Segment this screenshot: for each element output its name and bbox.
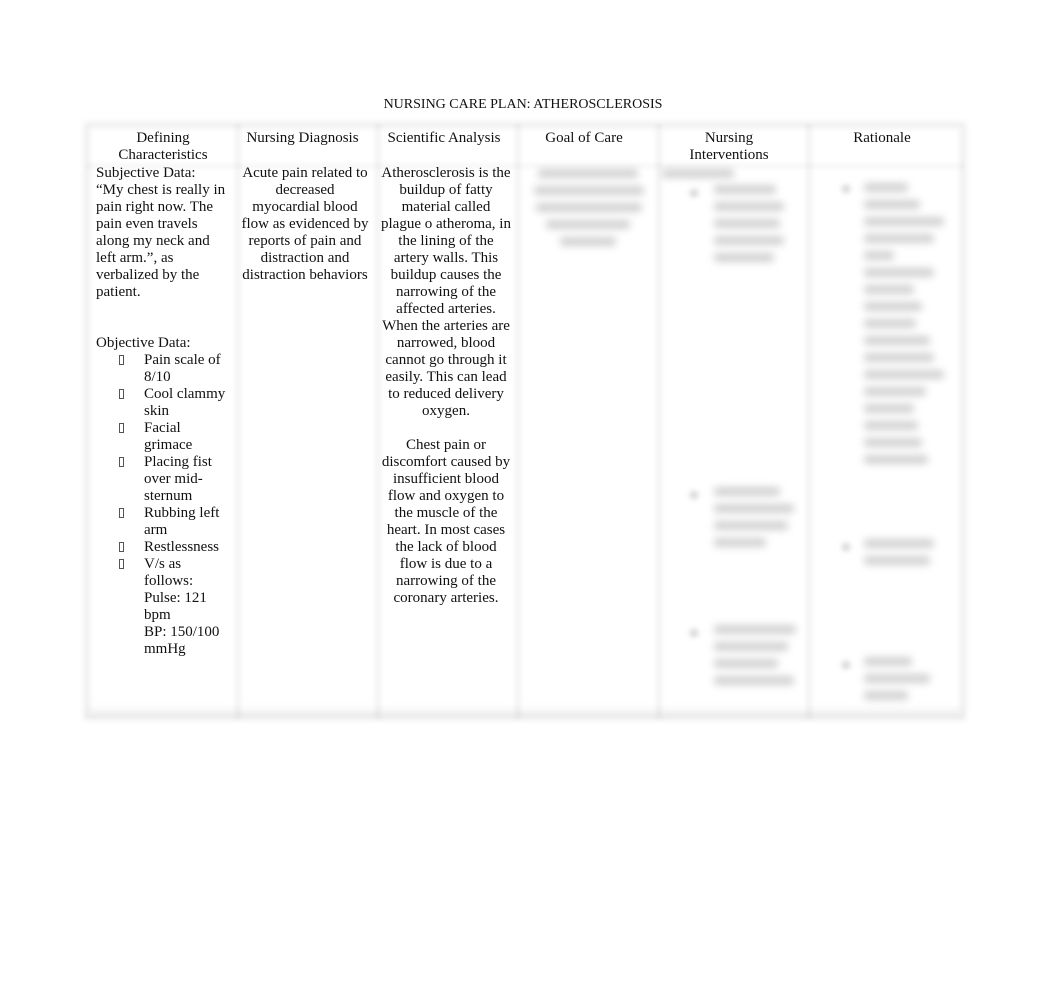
document-title: NURSING CARE PLAN: ATHEROSCLEROSIS <box>383 97 663 112</box>
subjective-label: Subjective Data: <box>96 165 196 181</box>
objective-list: Pain scale of 8/10 Cool clammy skin Faci… <box>96 352 232 658</box>
header-scientific-analysis: Scientific Analysis <box>387 130 501 146</box>
bullet-icon <box>119 559 124 569</box>
vital-bp: BP: 150/100 mmHg <box>144 624 220 657</box>
cell-nursing-interventions-blurred <box>662 165 804 715</box>
objective-label: Objective Data: <box>96 335 191 351</box>
cell-nursing-diagnosis: Acute pain related to decreased myocardi… <box>241 165 369 283</box>
bullet-icon <box>119 457 124 467</box>
bullet-icon <box>119 508 124 518</box>
care-plan-table: Defining Characteristics Nursing Diagnos… <box>86 124 964 718</box>
header-nursing-diagnosis: Nursing Diagnosis <box>246 130 359 146</box>
list-item: Facial grimace <box>96 420 232 454</box>
vital-pulse: Pulse: 121 bpm <box>144 590 207 623</box>
bullet-icon <box>119 389 124 399</box>
list-item: Restlessness <box>96 539 232 556</box>
subjective-text: “My chest is really in pain right now. T… <box>96 182 226 300</box>
cell-scientific-analysis: Atherosclerosis is the buildup of fatty … <box>380 165 512 607</box>
list-item: Pain scale of 8/10 <box>96 352 232 386</box>
bullet-icon <box>119 542 124 552</box>
header-goal-of-care: Goal of Care <box>545 130 623 146</box>
bullet-icon <box>119 355 124 365</box>
list-item: Rubbing left arm <box>96 505 232 539</box>
analysis-paragraph: Atherosclerosis is the buildup of fatty … <box>381 165 511 419</box>
header-nursing-interventions: Nursing Interventions <box>689 130 769 163</box>
list-item: Cool clammy skin <box>96 386 232 420</box>
list-item: V/s as follows: Pulse: 121 bpm BP: 150/1… <box>96 556 232 658</box>
header-defining-characteristics: Defining Characteristics <box>118 130 208 163</box>
cell-defining-characteristics: Subjective Data: “My chest is really in … <box>96 165 232 658</box>
cell-rationale-blurred <box>812 165 958 715</box>
header-rationale: Rationale <box>853 130 911 146</box>
cell-goal-of-care-blurred <box>520 165 652 285</box>
list-item: Placing fist over mid-sternum <box>96 454 232 505</box>
bullet-icon <box>119 423 124 433</box>
analysis-paragraph: Chest pain or discomfort caused by insuf… <box>381 437 511 606</box>
